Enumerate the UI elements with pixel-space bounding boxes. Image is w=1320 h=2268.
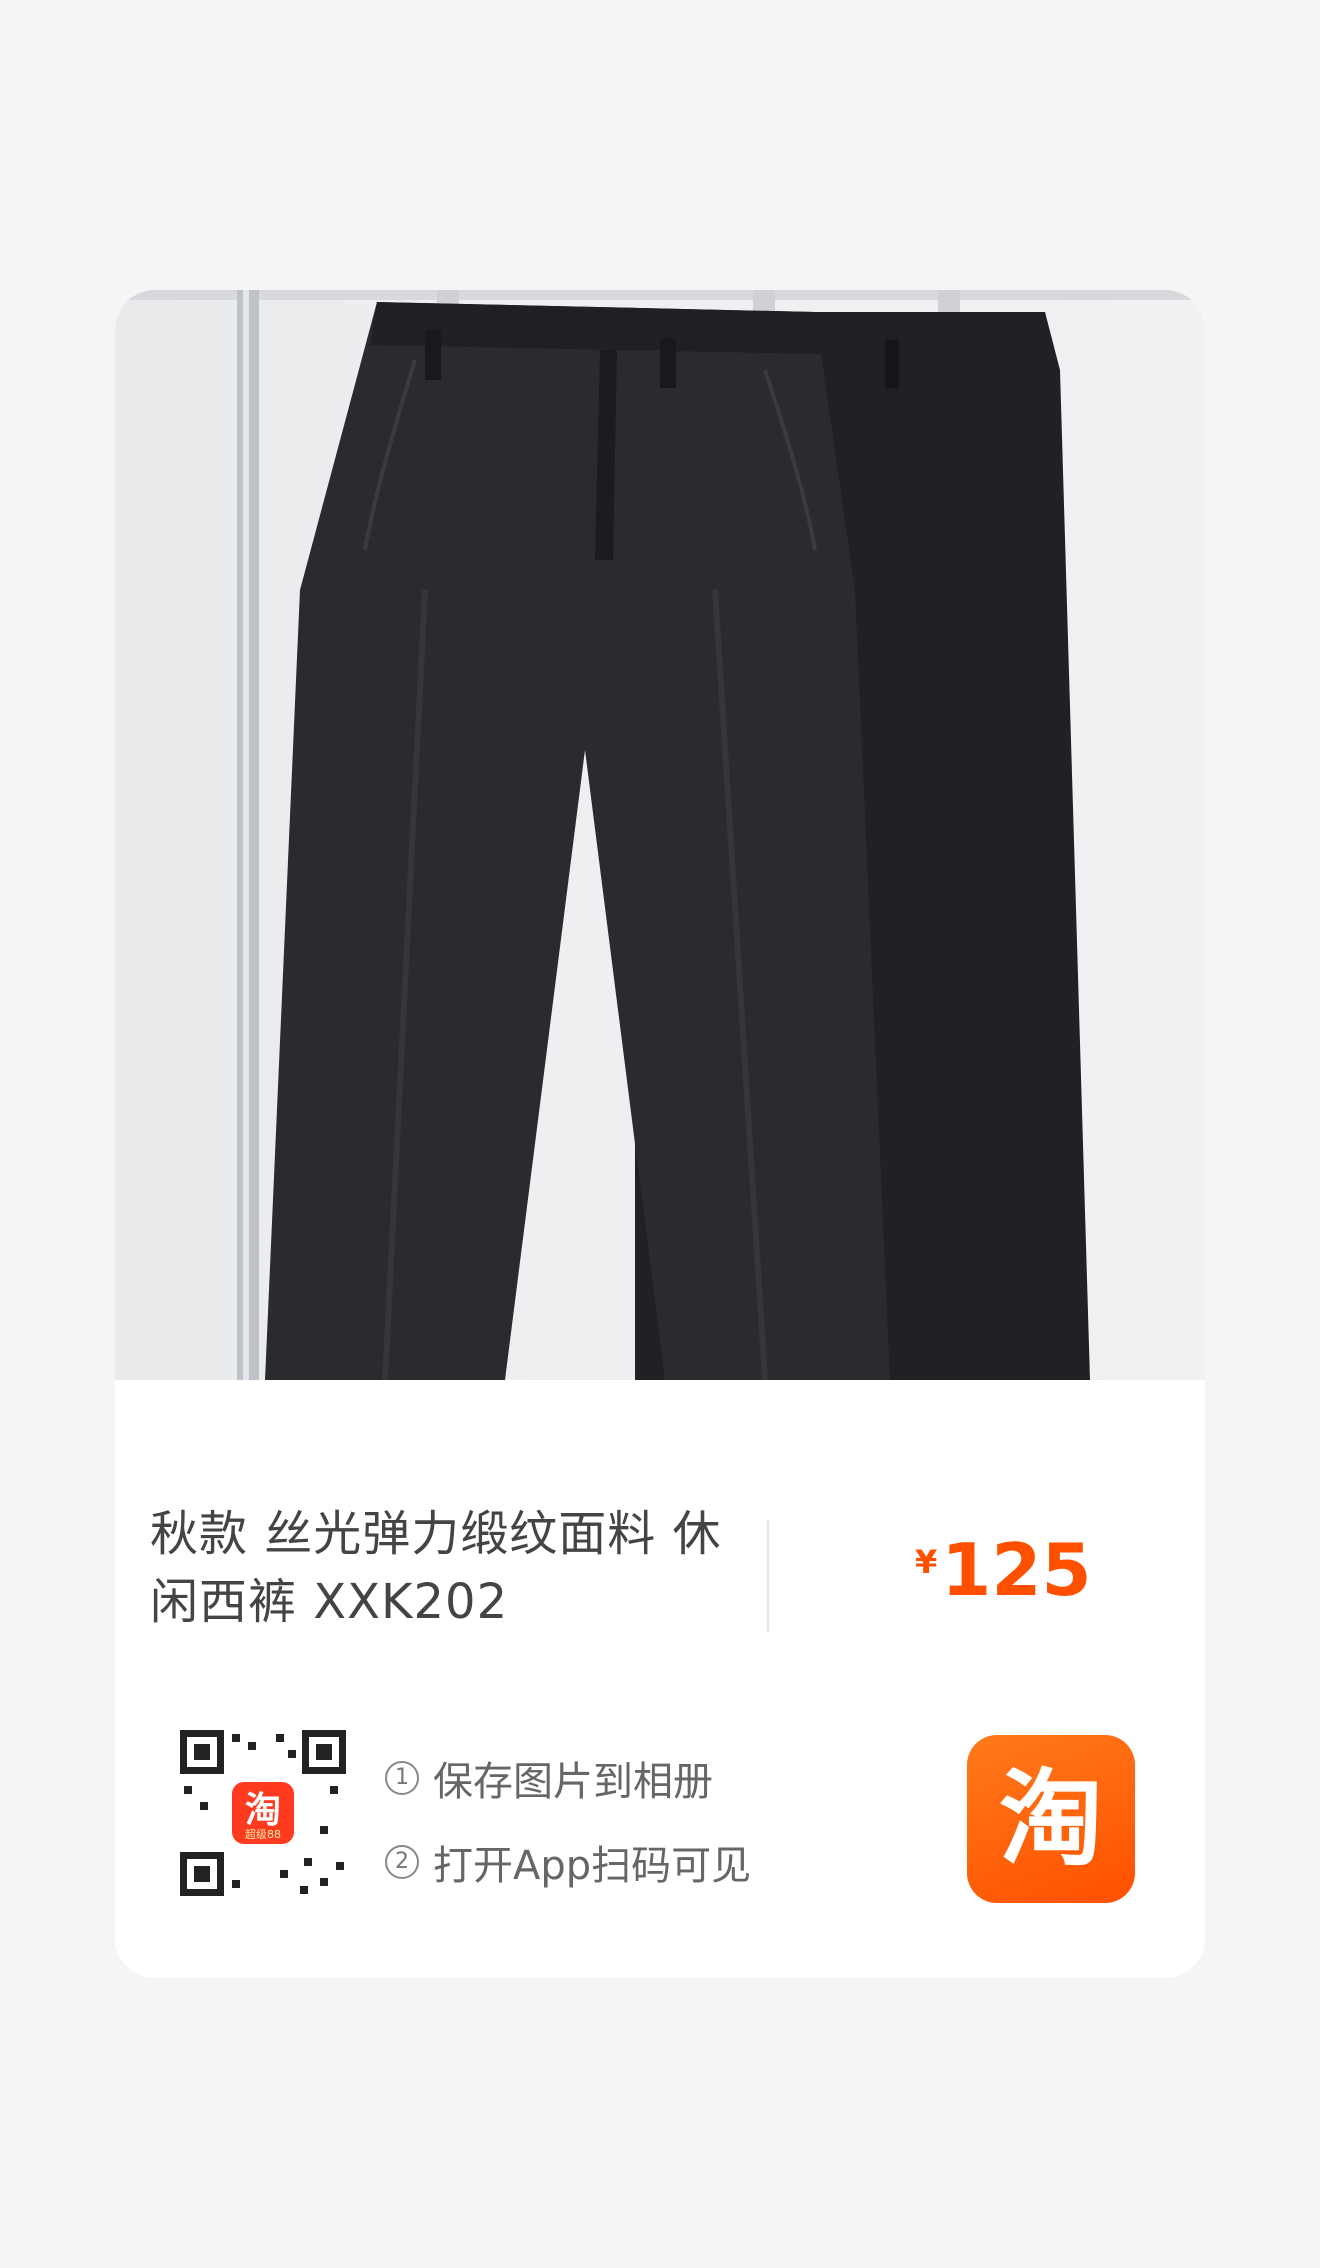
product-title: 秋款 丝光弹力缎纹面料 休闲西裤 XXK202 — [150, 1506, 722, 1630]
step-open-app: 2 打开App扫码可见 — [385, 1834, 751, 1890]
product-info-section: 秋款 丝光弹力缎纹面料 休闲西裤 XXK202 ¥125 淘 超级88 1 保存… — [115, 1380, 1205, 1978]
taobao-logo-char: 淘 — [998, 1758, 1103, 1880]
product-photo — [115, 290, 1205, 1380]
step-number: 1 — [385, 1761, 419, 1795]
qr-badge-subtext: 超级88 — [245, 1827, 281, 1841]
currency-symbol: ¥ — [915, 1543, 938, 1581]
qr-badge-icon: 淘 — [245, 1790, 281, 1831]
product-share-card: 秋款 丝光弹力缎纹面料 休闲西裤 XXK202 ¥125 淘 超级88 1 保存… — [115, 290, 1205, 1978]
step-text: 打开App扫码可见 — [433, 1843, 752, 1889]
taobao-logo-icon: 淘 — [967, 1735, 1135, 1903]
step-text: 保存图片到相册 — [433, 1759, 713, 1805]
price-amount: 125 — [941, 1528, 1092, 1612]
share-steps: 1 保存图片到相册 2 打开App扫码可见 — [385, 1750, 751, 1918]
step-save-image: 1 保存图片到相册 — [385, 1750, 751, 1806]
qr-code-icon: 淘 超级88 — [180, 1730, 346, 1896]
trousers-image — [115, 290, 1205, 1380]
product-price: ¥125 — [915, 1530, 1092, 1610]
divider — [767, 1520, 769, 1632]
step-number: 2 — [385, 1845, 419, 1879]
